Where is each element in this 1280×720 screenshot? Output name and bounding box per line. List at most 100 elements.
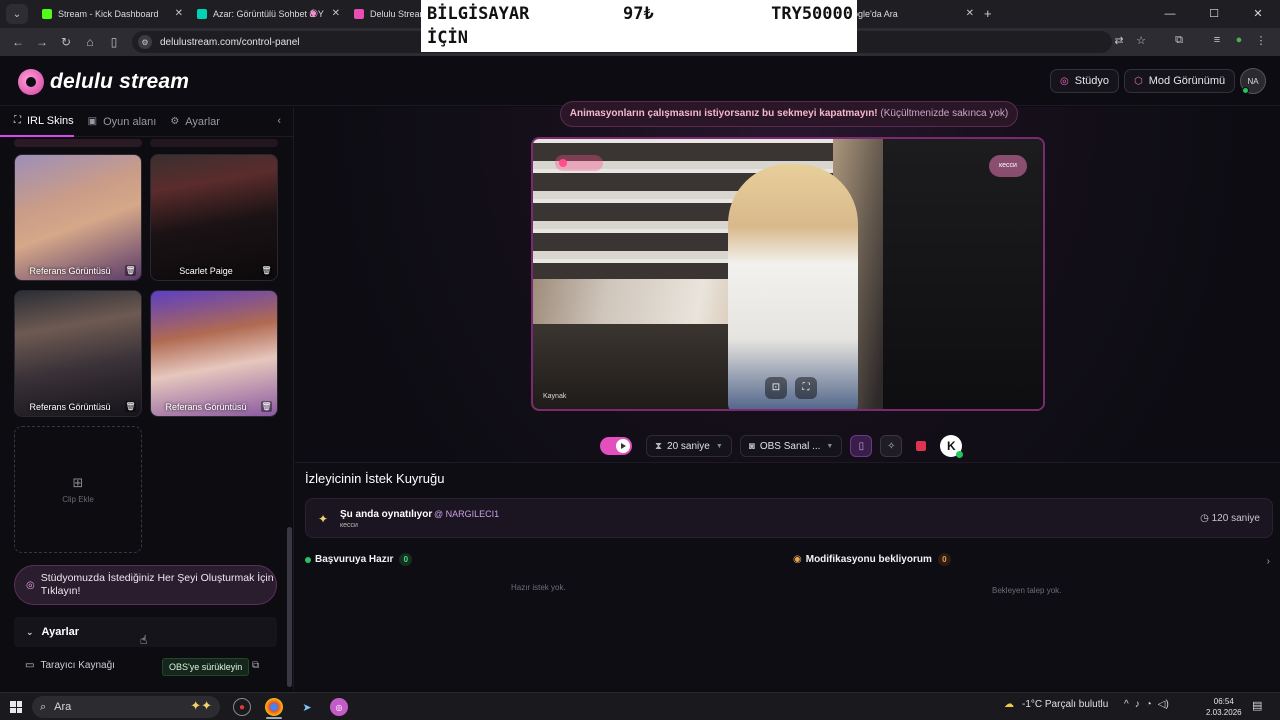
tab-label: Ayarlar [185, 115, 220, 128]
search-placeholder: Ara [54, 701, 72, 713]
source-select[interactable]: ◙ OBS Sanal ... ▼ [739, 435, 843, 457]
tab-label: Oyun alanı [103, 115, 157, 128]
kick-connection-icon[interactable]: K [940, 435, 964, 458]
add-clip-label: Clip Ekle [62, 495, 94, 504]
close-tab-icon[interactable]: ✕ [175, 8, 183, 19]
close-tab-icon[interactable]: ✕ [966, 8, 974, 19]
camera-icon: ◙ [748, 440, 755, 452]
steam-icon[interactable]: ➤ [298, 698, 316, 716]
notice-text: Animasyonların çalışmasını istiyorsanız … [569, 108, 878, 119]
delete-icon[interactable]: 🗑 [125, 401, 136, 412]
mouse-cursor-icon: ☝ [140, 633, 148, 647]
skin-card-partial[interactable] [150, 139, 278, 147]
tab-irl-skins[interactable]: ⛶ IRL Skins [0, 107, 74, 137]
reload-icon[interactable]: ↻ [54, 35, 78, 49]
notification-icon[interactable]: ▤ [1252, 699, 1262, 712]
system-clock[interactable]: 06:54 2.03.2026 [1206, 696, 1242, 718]
back-icon[interactable]: ← [6, 35, 30, 49]
obs-icon[interactable]: ◎ [330, 698, 348, 716]
brand-name: delulu stream [50, 70, 190, 93]
browser-tab-kick[interactable]: Stream - Kick Dashboard ✕ [34, 0, 189, 28]
layout-toggle-button[interactable]: ▯ [850, 435, 873, 457]
browser-tab-delulu[interactable]: Delulu Stream [346, 0, 426, 28]
obs-drag-button[interactable]: OBS'ye sürükleyin [162, 658, 250, 676]
tab-playground[interactable]: ▣ Oyun alanı [74, 107, 157, 137]
menu-icon[interactable]: ⋮ [1250, 34, 1272, 47]
close-window-button[interactable]: ✕ [1236, 0, 1280, 28]
palette-icon: ◎ [26, 579, 35, 591]
delete-icon[interactable]: 🗑 [261, 401, 272, 412]
weather-text: -1°C Parçalı bulutlu [1022, 699, 1109, 710]
minimize-button[interactable]: — [1148, 0, 1192, 28]
collapse-sidebar-icon[interactable]: ‹ [277, 115, 281, 127]
forward-icon[interactable]: → [30, 35, 54, 49]
ready-count-badge: 0 [399, 553, 413, 566]
settings-title: Ayarlar [41, 626, 80, 638]
eye-icon: ◉ [793, 554, 802, 565]
media-control-icon[interactable]: ≡ [1206, 34, 1228, 47]
add-clip-button[interactable]: ⊞ Clip Ekle [14, 426, 142, 553]
brand-logo[interactable]: delulu stream [18, 69, 189, 95]
delete-icon[interactable]: 🗑 [125, 265, 136, 276]
crop-icon[interactable]: ⊡ [765, 377, 787, 399]
palette-icon: ◎ [1060, 75, 1069, 87]
stop-button[interactable] [910, 435, 932, 457]
now-playing-item: кесси [340, 522, 358, 529]
pending-empty-text: Bekleyen talep yok. [992, 586, 1062, 595]
tab-label: IRL Skins [27, 114, 74, 127]
bookmark-star-icon[interactable]: ☆ [1130, 34, 1152, 47]
maximize-button[interactable]: ☐ [1192, 0, 1236, 28]
skin-card[interactable]: Referans Görüntüsü 🗑 [14, 290, 142, 417]
app-icon[interactable]: ● [233, 698, 251, 716]
fullscreen-icon[interactable]: ⛶ [795, 377, 817, 399]
effects-button[interactable]: ✧ [880, 435, 903, 457]
studio-prompt-label: Stüdyomuzda İstediğiniz Her Şeyi Oluştur… [40, 572, 274, 597]
taskbar-search[interactable]: ⌕ Ara ✦✦ [32, 696, 220, 718]
skin-label: Referans Görüntüsü [165, 402, 247, 412]
site-info-icon[interactable]: ⚙ [138, 35, 152, 49]
weather-widget[interactable]: ☁ -1°C Parçalı bulutlu [1004, 699, 1108, 710]
home-icon[interactable]: ⌂ [78, 35, 102, 49]
mod-view-button[interactable]: ⬡ Mod Görünümü [1124, 69, 1236, 93]
skin-label: Referans Görüntüsü [29, 266, 111, 276]
monitor-icon: ▭ [25, 660, 35, 671]
add-image-icon: ⊞ [72, 475, 84, 490]
translate-icon[interactable]: ⇄ [1108, 34, 1130, 47]
chrome-icon[interactable] [265, 698, 283, 716]
overlay-goal: TRY50000 [771, 4, 853, 24]
extensions-icon[interactable]: ⧉ [1168, 34, 1190, 47]
windows-start-icon[interactable] [10, 701, 22, 713]
sidebar-scrollbar[interactable] [287, 527, 292, 687]
browser-source-row: ▭ Tarayıcı Kaynağı [25, 660, 115, 671]
skin-card[interactable]: Referans Görüntüsü 🗑 [14, 154, 142, 281]
close-tab-icon[interactable]: ✕ [332, 8, 340, 19]
chevron-up-icon[interactable]: ^ [1124, 699, 1129, 710]
skin-card[interactable]: Scarlet Paige 🗑 [150, 154, 278, 281]
studio-prompt-button[interactable]: ◎ Stüdyomuzda İstediğiniz Her Şeyi Oluşt… [14, 565, 277, 605]
ready-column: Başvuruya Hazır 0 [305, 553, 413, 566]
tab-search-button[interactable]: ⌄ [6, 4, 28, 24]
side-panel-icon[interactable]: ▯ [102, 35, 126, 49]
overlay-line-1: BİLGİSAYAR [427, 4, 530, 24]
copy-icon[interactable]: ⧉ [252, 660, 259, 671]
gamepad-icon: ▣ [87, 116, 98, 127]
microphone-icon[interactable]: ♪ [1135, 699, 1140, 710]
volume-icon[interactable]: ◁) [1158, 699, 1169, 710]
profile-icon[interactable]: ● [1228, 34, 1250, 47]
url-text: delulustream.com/control-panel [160, 36, 300, 48]
skin-card[interactable]: Referans Görüntüsü 🗑 [150, 290, 278, 417]
user-avatar[interactable]: NA [1240, 68, 1266, 94]
new-tab-button[interactable]: + [984, 6, 992, 21]
play-toggle[interactable] [600, 437, 632, 455]
chevron-right-icon[interactable]: › [1267, 556, 1270, 567]
tab-settings[interactable]: ⚙ Ayarlar [156, 107, 220, 137]
shield-icon: ⬡ [1134, 75, 1143, 87]
duration-select[interactable]: ⧗ 20 saniye ▼ [646, 435, 732, 457]
studio-button[interactable]: ◎ Stüdyo [1050, 69, 1119, 93]
browser-tab-azar[interactable]: Azar: Görüntülü Sohbet & Y ◉ ✕ [189, 0, 346, 28]
network-icon[interactable]: ◔ [1146, 699, 1152, 710]
azar-favicon-icon [197, 9, 207, 19]
delete-icon[interactable]: 🗑 [261, 265, 272, 276]
ready-empty-text: Hazır istek yok. [511, 583, 566, 592]
skin-card-partial[interactable] [14, 139, 142, 147]
